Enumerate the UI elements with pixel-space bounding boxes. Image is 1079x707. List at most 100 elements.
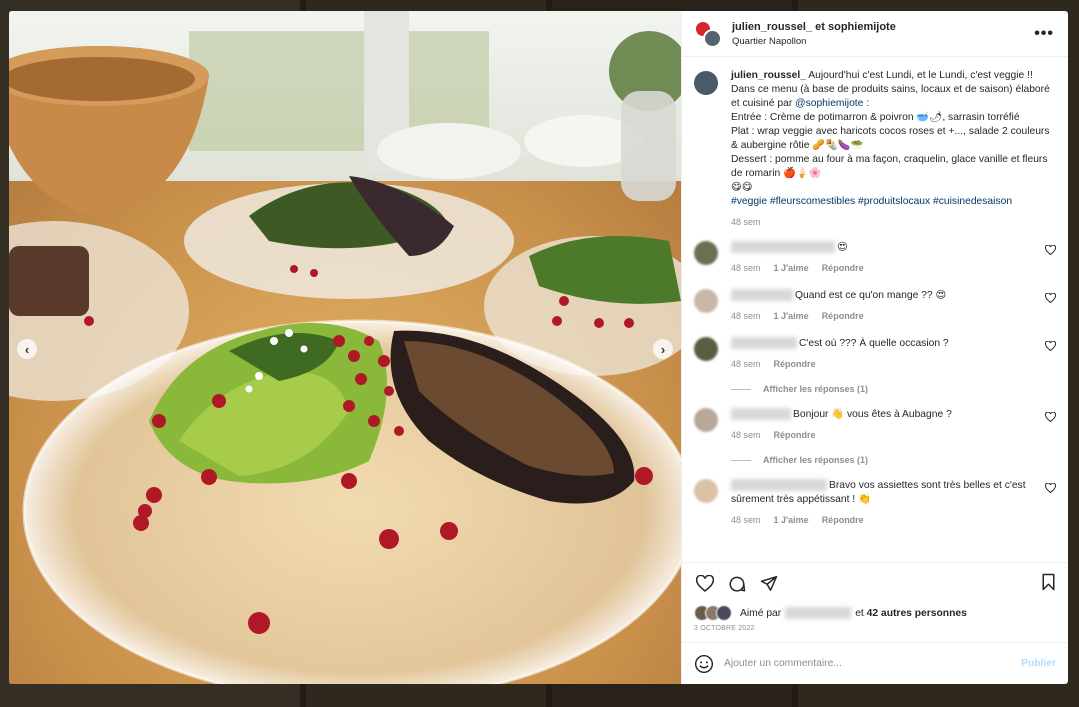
likes-middle: et — [855, 607, 864, 619]
comment-meta: 48 sem 1 J'aime Répondre — [731, 261, 1030, 275]
reply-button[interactable]: Répondre — [774, 359, 816, 369]
reply-button[interactable]: Répondre — [822, 515, 864, 525]
post-actions — [682, 562, 1068, 604]
comment-item: 😍 48 sem 1 J'aime Répondre — [694, 241, 1057, 275]
comments-list: 😍 48 sem 1 J'aime Répondre Quand est ce qu'o… — [694, 241, 1057, 527]
food-photo-illustration — [9, 11, 681, 684]
smiley-icon[interactable] — [694, 654, 714, 674]
comment-like-icon[interactable] — [1044, 244, 1057, 258]
caption-entree: Entrée : Crème de potimarron & poivron 🥣… — [731, 112, 1020, 123]
comment-text-row: 😍 — [731, 241, 1030, 255]
post-date[interactable]: 3 OCTOBRE 2022 — [682, 622, 1068, 642]
bookmark-icon[interactable] — [1041, 573, 1056, 596]
post-caption: julien_roussel_ Aujourd'hui c'est Lundi,… — [694, 69, 1056, 227]
coauthor-username[interactable]: sophiemijote — [828, 21, 896, 33]
likers-avatars[interactable] — [694, 605, 734, 621]
comment-meta: 48 sem Répondre — [731, 357, 1030, 371]
caption-time[interactable]: 48 sem — [731, 217, 1056, 227]
caption-line: Dans ce menu (à base de produits sains, … — [731, 84, 1050, 109]
comment-time[interactable]: 48 sem — [731, 263, 761, 273]
likes-others[interactable]: 42 autres personnes — [867, 608, 967, 619]
caption-line: : — [866, 98, 870, 109]
comment-like-icon[interactable] — [1044, 340, 1057, 354]
comment-text-row: Bravo vos assiettes sont très belles et … — [731, 479, 1030, 507]
coauthor-joiner: et — [815, 20, 825, 33]
reply-button[interactable]: Répondre — [822, 263, 864, 273]
view-replies-label: Afficher les réponses (1) — [763, 455, 869, 465]
comment-text: 😍 — [837, 242, 848, 253]
reply-button[interactable]: Répondre — [822, 311, 864, 321]
avatar[interactable] — [694, 241, 718, 265]
caption-plat: Plat : wrap veggie avec haricots cocos r… — [731, 126, 1050, 151]
post-side-panel: julien_roussel_ et sophiemijote Quartier… — [681, 11, 1068, 684]
post-photo: ‹ › — [9, 11, 681, 684]
comment-item: Quand est ce qu'on mange ?? 😍 48 sem 1 J'a… — [694, 289, 1057, 323]
likes-summary: Aimé par et 42 autres personnes — [682, 604, 1068, 622]
post-authors: julien_roussel_ et sophiemijote — [732, 21, 896, 33]
caption-line: Aujourd'hui c'est Lundi, et le Lundi, c'… — [808, 70, 1033, 81]
author-avatars[interactable] — [694, 19, 722, 48]
comment-item: C'est où ??? À quelle occasion ? 48 sem Ré… — [694, 337, 1057, 371]
view-replies-button[interactable]: Afficher les réponses (1) — [731, 455, 1056, 465]
liker-username[interactable] — [785, 607, 852, 619]
comment-meta: 48 sem 1 J'aime Répondre — [731, 513, 1030, 527]
likes-prefix: Aimé par — [740, 607, 782, 619]
comment-time[interactable]: 48 sem — [731, 515, 761, 525]
comment-composer: Publier — [682, 642, 1068, 684]
avatar[interactable] — [703, 28, 722, 48]
comment-like-icon[interactable] — [1044, 411, 1057, 425]
publish-button[interactable]: Publier — [1021, 658, 1056, 669]
comment-icon[interactable] — [726, 573, 748, 595]
comment-likes[interactable]: 1 J'aime — [774, 515, 809, 525]
comment-text: Quand est ce qu'on mange ?? 😍 — [795, 290, 947, 301]
comment-item: Bonjour 👋 vous êtes à Aubagne ? 48 sem Rép… — [694, 408, 1057, 442]
avatar[interactable] — [694, 408, 718, 432]
comment-meta: 48 sem Répondre — [731, 428, 1030, 442]
commenter-username[interactable] — [731, 408, 791, 421]
comment-text-row: Quand est ce qu'on mange ?? 😍 — [731, 289, 1030, 303]
comment-input[interactable] — [724, 658, 1022, 669]
comment-like-icon[interactable] — [1044, 292, 1057, 306]
comment-likes[interactable]: 1 J'aime — [774, 311, 809, 321]
replies-divider — [731, 459, 751, 461]
post-header: julien_roussel_ et sophiemijote Quartier… — [682, 11, 1068, 57]
comment-time[interactable]: 48 sem — [731, 430, 761, 440]
chevron-right-icon[interactable]: › — [653, 339, 673, 359]
caption-emojis: 😋😋 — [731, 182, 753, 193]
view-replies-label: Afficher les réponses (1) — [763, 384, 869, 394]
comment-time[interactable]: 48 sem — [731, 311, 761, 321]
send-icon[interactable] — [758, 573, 780, 595]
comment-like-icon[interactable] — [1044, 482, 1057, 496]
caption-hashtags[interactable]: #veggie #fleurscomestibles #produitsloca… — [731, 196, 1012, 207]
comment-likes[interactable]: 1 J'aime — [774, 263, 809, 273]
comment-time[interactable]: 48 sem — [731, 359, 761, 369]
caption-dessert: Dessert : pomme au four à ma façon, craq… — [731, 154, 1048, 179]
comment-text-row: C'est où ??? À quelle occasion ? — [731, 337, 1030, 351]
author-username[interactable]: julien_roussel_ — [732, 21, 812, 33]
comment-meta: 48 sem 1 J'aime Répondre — [731, 309, 1030, 323]
commenter-username[interactable] — [731, 241, 835, 254]
post-modal: ‹ › julien_roussel_ et sophiemijote Quar… — [9, 11, 1068, 684]
commenter-username[interactable] — [731, 479, 827, 492]
comment-item: Bravo vos assiettes sont très belles et … — [694, 479, 1057, 527]
caption-mention[interactable]: @sophiemijote — [795, 98, 863, 109]
heart-icon[interactable] — [694, 573, 716, 595]
chevron-left-icon[interactable]: ‹ — [17, 339, 37, 359]
replies-divider — [731, 388, 751, 390]
avatar[interactable] — [694, 337, 718, 361]
avatar[interactable] — [694, 71, 718, 95]
view-replies-button[interactable]: Afficher les réponses (1) — [731, 384, 1056, 394]
commenter-username[interactable] — [731, 289, 793, 302]
avatar[interactable] — [694, 479, 718, 503]
caption-username[interactable]: julien_roussel_ — [731, 70, 806, 81]
caption-text: julien_roussel_ Aujourd'hui c'est Lundi,… — [731, 69, 1056, 209]
comment-text-row: Bonjour 👋 vous êtes à Aubagne ? — [731, 408, 1030, 422]
reply-button[interactable]: Répondre — [774, 430, 816, 440]
comment-text: Bonjour 👋 vous êtes à Aubagne ? — [793, 409, 952, 420]
comment-text: C'est où ??? À quelle occasion ? — [799, 338, 949, 349]
comments-scroll-area[interactable]: julien_roussel_ Aujourd'hui c'est Lundi,… — [682, 57, 1068, 562]
more-horizontal-icon[interactable]: ••• — [1034, 25, 1054, 43]
avatar[interactable] — [694, 289, 718, 313]
post-location[interactable]: Quartier Napollon — [732, 36, 896, 47]
commenter-username[interactable] — [731, 337, 797, 350]
